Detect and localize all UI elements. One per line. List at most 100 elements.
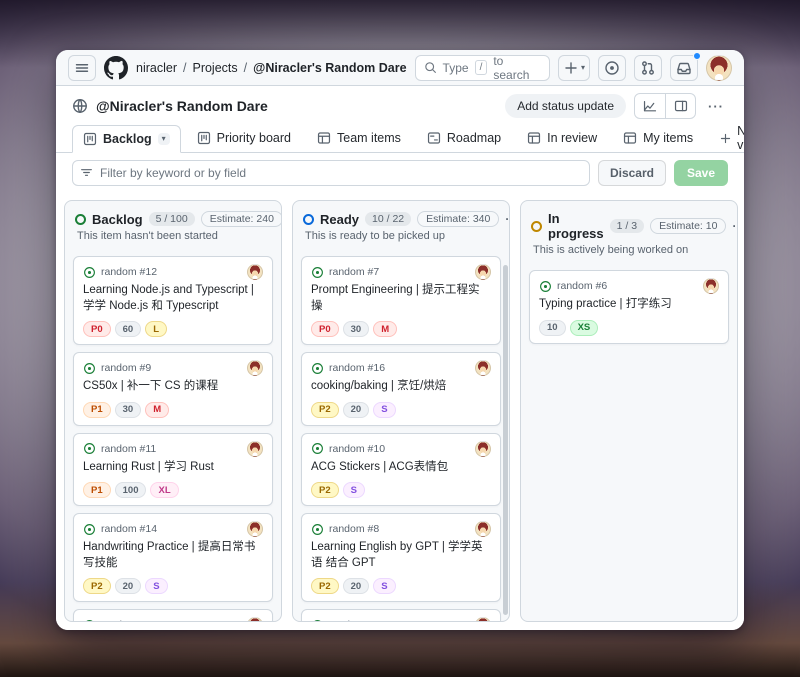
project-menu-button[interactable]: ··· — [704, 99, 728, 114]
assignee-avatar[interactable] — [247, 441, 263, 457]
column-status-icon — [75, 214, 86, 225]
global-nav-menu-button[interactable] — [68, 55, 96, 81]
issue-labels: P060L — [83, 321, 263, 337]
issue-labels: P220S — [83, 578, 263, 594]
column-name: Ready — [320, 212, 359, 227]
assignee-avatar[interactable] — [475, 264, 491, 280]
tab-backlog[interactable]: Backlog▾ — [72, 125, 181, 153]
assignee-avatar[interactable] — [703, 278, 719, 294]
side-panel-button[interactable] — [665, 94, 695, 118]
filter-bar: Discard Save — [56, 153, 744, 194]
issue-title[interactable]: Prompt Engineering | 提示工程实操 — [311, 283, 491, 314]
plus-icon — [563, 60, 579, 76]
label-p2: P2 — [83, 578, 111, 594]
issue-title[interactable]: ACG Stickers | ACG表情包 — [311, 460, 491, 476]
view-toggle-group — [634, 93, 696, 119]
issue-ref: random #11 — [101, 443, 156, 455]
issue-title[interactable]: Typing practice | 打字练习 — [539, 297, 719, 313]
board-column-ready: Ready 10 / 22 Estimate: 340 ··· This is … — [292, 200, 510, 622]
issue-title[interactable]: Learning English by GPT | 学学英语 结合 GPT — [311, 540, 491, 571]
discard-button[interactable]: Discard — [598, 160, 666, 186]
issue-ref: random #5 — [329, 619, 379, 621]
board-column-in-progress: In progress 1 / 3 Estimate: 10 ··· This … — [520, 200, 738, 622]
issue-card[interactable]: random #16 cooking/baking | 烹饪/烘焙 P220S — [301, 352, 501, 426]
column-scrollbar[interactable] — [503, 265, 508, 615]
column-description: This is actively being worked on — [521, 244, 737, 263]
column-menu-button[interactable]: ··· — [505, 212, 510, 226]
column-cards: random #7 Prompt Engineering | 提示工程实操 P0… — [293, 249, 509, 621]
card-header: random #9 — [83, 360, 263, 376]
issue-labels: P130M — [83, 402, 263, 418]
issues-button[interactable] — [598, 55, 626, 81]
github-projects-window: niracler / Projects / @Niracler's Random… — [56, 50, 744, 630]
tab-label: In review — [547, 131, 597, 145]
assignee-avatar[interactable] — [247, 521, 263, 537]
breadcrumb-project-name[interactable]: @Niracler's Random Dare — [253, 61, 406, 75]
issue-ref: random #9 — [101, 362, 151, 374]
pull-requests-button[interactable] — [634, 55, 662, 81]
assignee-avatar[interactable] — [475, 360, 491, 376]
issue-card[interactable]: random #10 ACG Stickers | ACG表情包 P2S — [301, 433, 501, 507]
breadcrumb-projects[interactable]: Projects — [192, 61, 237, 75]
issue-card[interactable]: random #7 Prompt Engineering | 提示工程实操 P0… — [301, 256, 501, 345]
hamburger-icon — [74, 60, 90, 76]
add-status-update-button[interactable]: Add status update — [505, 94, 626, 118]
create-new-button[interactable]: ▾ — [558, 55, 590, 81]
issue-title[interactable]: CS50x | 补一下 CS 的课程 — [83, 379, 263, 395]
breadcrumb: niracler / Projects / @Niracler's Random… — [136, 61, 407, 75]
issue-card[interactable]: random #15 Drawing Skills Training | 画画技… — [73, 609, 273, 621]
issue-title[interactable]: cooking/baking | 烹饪/烘焙 — [311, 379, 491, 395]
card-header: random #12 — [83, 264, 263, 280]
board: Backlog 5 / 100 Estimate: 240 ··· This i… — [56, 194, 744, 630]
issue-card[interactable]: random #11 Learning Rust | 学习 Rust P1100… — [73, 433, 273, 507]
assignee-avatar[interactable] — [475, 617, 491, 621]
insights-button[interactable] — [635, 94, 665, 118]
assignee-avatar[interactable] — [475, 521, 491, 537]
card-header: random #5 — [311, 617, 491, 621]
tab-caret-button[interactable]: ▾ — [158, 133, 170, 145]
inbox-icon — [676, 60, 692, 76]
issue-card[interactable]: random #6 Typing practice | 打字练习 10XS — [529, 270, 729, 344]
issue-labels: P1100XL — [83, 482, 263, 498]
assignee-avatar[interactable] — [247, 264, 263, 280]
column-menu-button[interactable]: ··· — [732, 219, 738, 233]
filter-input[interactable] — [72, 160, 590, 186]
tab-in-review[interactable]: In review — [517, 124, 607, 152]
card-header: random #14 — [83, 521, 263, 537]
issue-open-icon — [83, 266, 96, 279]
issue-title[interactable]: Handwriting Practice | 提高日常书写技能 — [83, 540, 263, 571]
global-search-input[interactable]: Type / to search — [415, 55, 550, 81]
issue-title[interactable]: Learning Rust | 学习 Rust — [83, 460, 263, 476]
column-name: Backlog — [92, 212, 143, 227]
tab-my-items[interactable]: My items — [613, 124, 703, 152]
breadcrumb-owner[interactable]: niracler — [136, 61, 177, 75]
breadcrumb-separator: / — [244, 61, 247, 75]
issue-card[interactable]: random #5 Leetcode 40 Problems | Leetcod… — [301, 609, 501, 621]
label-20: 20 — [115, 578, 142, 594]
assignee-avatar[interactable] — [475, 441, 491, 457]
issue-card[interactable]: random #12 Learning Node.js and Typescri… — [73, 256, 273, 345]
card-header: random #11 — [83, 441, 263, 457]
label-l: L — [145, 321, 167, 337]
tab-team-items[interactable]: Team items — [307, 124, 411, 152]
issue-open-icon — [83, 442, 96, 455]
issue-labels: P030M — [311, 321, 491, 337]
issue-card[interactable]: random #9 CS50x | 补一下 CS 的课程 P130M — [73, 352, 273, 426]
issue-card[interactable]: random #14 Handwriting Practice | 提高日常书写… — [73, 513, 273, 602]
user-avatar[interactable] — [706, 55, 732, 81]
label-p1: P1 — [83, 482, 111, 498]
issue-labels: P220S — [311, 402, 491, 418]
tab-priority-board[interactable]: Priority board — [187, 124, 301, 152]
assignee-avatar[interactable] — [247, 617, 263, 621]
new-view-button[interactable]: New view — [709, 124, 744, 152]
assignee-avatar[interactable] — [247, 360, 263, 376]
new-view-label: New view — [737, 124, 744, 152]
project-icon — [83, 132, 97, 146]
save-button[interactable]: Save — [674, 160, 728, 186]
card-header: random #6 — [539, 278, 719, 294]
issue-card[interactable]: random #8 Learning English by GPT | 学学英语… — [301, 513, 501, 602]
issue-title[interactable]: Learning Node.js and Typescript | 学学 Nod… — [83, 283, 263, 314]
github-logo[interactable] — [104, 56, 128, 80]
slash-keycap: / — [475, 60, 488, 75]
tab-roadmap[interactable]: Roadmap — [417, 124, 511, 152]
